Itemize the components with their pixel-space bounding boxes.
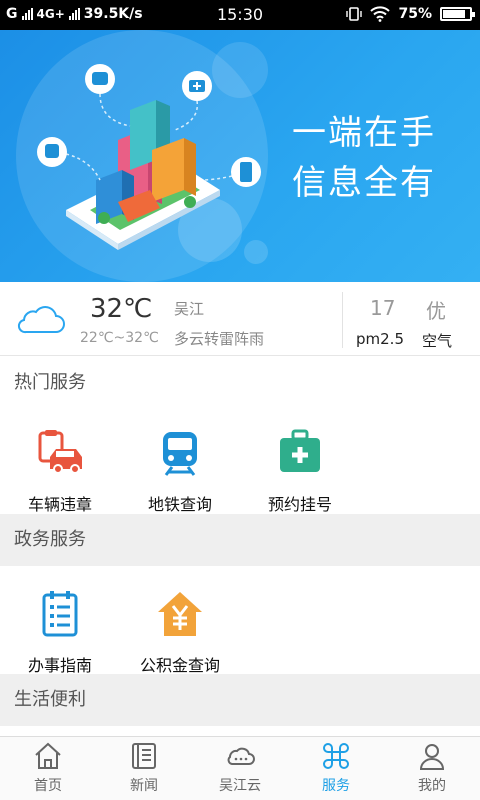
gov-services-grid: 办事指南 公积金查询	[0, 566, 480, 675]
cloud-icon	[227, 747, 255, 765]
hot-services-grid: 车辆违章 地铁查询 预约挂号	[0, 409, 480, 514]
service-label: 车辆违章	[27, 495, 92, 514]
life-services-header: 生活便利	[0, 674, 480, 726]
nav-label: 新闻	[130, 778, 158, 794]
news-icon	[132, 743, 156, 769]
weather-city: 吴江	[174, 300, 205, 318]
battery-icon	[440, 7, 475, 21]
nav-services[interactable]: 服务	[288, 737, 384, 800]
wifi-icon	[370, 6, 391, 22]
status-bar: G 4G+ 39.5K/s 15:30 75%	[0, 0, 480, 30]
status-right: 75%	[346, 6, 475, 22]
nav-news[interactable]: 新闻	[96, 737, 192, 800]
slogan-line-2: 信息全有	[292, 163, 436, 203]
weather-description: 多云转雷阵雨	[174, 330, 265, 348]
pm25-value: 17	[370, 296, 396, 320]
service-label: 办事指南	[27, 656, 92, 675]
weather-widget[interactable]: 32℃ 22℃~32℃ 吴江 多云转雷阵雨 17 pm2.5 优 空气	[0, 282, 480, 356]
car-violation-icon	[38, 430, 82, 474]
weather-divider	[342, 292, 343, 348]
banner[interactable]: 一端在手 信息全有	[0, 30, 480, 282]
slogan-line-1: 一端在手	[292, 113, 436, 153]
air-quality-label: 空气	[422, 332, 453, 350]
service-label: 公积金查询	[139, 656, 220, 675]
nav-label: 服务	[322, 778, 350, 794]
hot-services-header: 热门服务	[0, 357, 480, 409]
nav-cloud[interactable]: 吴江云	[192, 737, 288, 800]
nav-label: 吴江云	[219, 778, 261, 794]
banner-slogan: 一端在手 信息全有	[292, 108, 436, 208]
cloud-weather-icon	[17, 306, 65, 334]
nav-label: 首页	[34, 778, 62, 794]
nav-profile[interactable]: 我的	[384, 737, 480, 800]
pm25-label: pm2.5	[356, 330, 404, 348]
bottom-nav: 首页 新闻 吴江云 服务 我的	[0, 736, 480, 800]
service-label: 预约挂号	[267, 495, 332, 514]
home-icon	[35, 742, 61, 769]
medical-kit-icon	[280, 429, 320, 472]
air-quality-value: 优	[426, 299, 446, 323]
nav-home[interactable]: 首页	[0, 737, 96, 800]
nav-label: 我的	[418, 778, 446, 794]
service-label: 地铁查询	[147, 495, 212, 514]
housing-fund-icon	[158, 592, 202, 636]
services-icon	[323, 743, 349, 769]
battery-percent: 75%	[398, 6, 432, 22]
checklist-icon	[42, 591, 78, 637]
current-temperature: 32℃	[90, 294, 153, 324]
profile-icon	[419, 744, 445, 770]
gov-services-header: 政务服务	[0, 514, 480, 566]
subway-icon	[163, 432, 197, 476]
temperature-range: 22℃~32℃	[80, 330, 159, 346]
vibrate-icon	[346, 7, 363, 21]
